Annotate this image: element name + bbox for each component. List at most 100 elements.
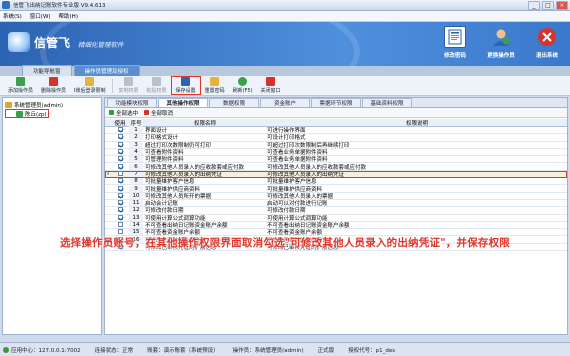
row-no: 14 bbox=[129, 222, 143, 228]
menu-system[interactable]: 系统(S) bbox=[3, 12, 22, 20]
save-icon bbox=[181, 77, 191, 86]
selection-bar: 全部选中 全部取消 bbox=[105, 108, 567, 118]
maximize-button[interactable]: □ bbox=[542, 1, 554, 10]
row-checkbox[interactable] bbox=[117, 141, 123, 147]
row-checkbox-cell[interactable] bbox=[111, 134, 129, 140]
reset-password-button[interactable]: 重置密码 bbox=[201, 76, 229, 95]
header-use: 使用 bbox=[114, 120, 126, 127]
status-license: 授权代号：p1_des bbox=[348, 347, 396, 354]
check-icon bbox=[109, 110, 114, 115]
status-connection: 连接状态：正常 bbox=[94, 347, 134, 354]
row-checkbox-cell[interactable] bbox=[111, 163, 129, 170]
document-tabs: 功能导航窗 操作员管理及授权 bbox=[0, 65, 570, 76]
row-checkbox[interactable] bbox=[117, 134, 123, 140]
tab-basic-data-permission[interactable]: 基础资料权限 bbox=[362, 98, 412, 107]
tab-module-permission[interactable]: 功能模块权限 bbox=[107, 98, 157, 107]
copy-permission-button[interactable]: 复制权限 bbox=[115, 76, 143, 95]
row-checkbox-cell[interactable] bbox=[111, 192, 129, 199]
permission-panel: 功能模块权限 其他操作权限 数据权限 资金账户 票据环节权限 基础资料权限 全部… bbox=[104, 97, 568, 335]
status-operator: 操作员：系统管理员(admin) bbox=[232, 347, 304, 354]
row-checkbox-cell[interactable] bbox=[111, 214, 129, 221]
header-no: 序号 bbox=[129, 118, 143, 127]
menu-help[interactable]: 帮助(H) bbox=[59, 12, 78, 20]
row-checkbox[interactable] bbox=[117, 200, 123, 206]
add-operator-button[interactable]: 添加操作员 bbox=[4, 76, 37, 95]
tree-node-admin-label: 系统管理员(admin) bbox=[14, 102, 64, 109]
permission-grid: 使用 序号 权限名称 权限说明 1 界面设计 可进行操作界面 2 打印格式设计 可设计打印… bbox=[105, 118, 567, 252]
row-no: 4 bbox=[129, 149, 143, 156]
tab-bill-permission[interactable]: 票据环节权限 bbox=[311, 98, 361, 107]
tab-other-permission[interactable]: 其他操作权限 bbox=[158, 98, 208, 107]
row-checkbox[interactable] bbox=[117, 222, 123, 227]
paste-permission-button[interactable]: 粘贴权限 bbox=[143, 76, 171, 95]
deselect-all-button[interactable]: 全部取消 bbox=[144, 109, 173, 117]
row-checkbox-cell[interactable] bbox=[111, 149, 129, 155]
row-checkbox[interactable] bbox=[117, 207, 123, 213]
tree-node-operator[interactable]: 陈丘(zp) bbox=[5, 109, 49, 118]
row-checkbox-cell[interactable] bbox=[111, 185, 129, 192]
minimize-button[interactable]: _ bbox=[528, 1, 540, 10]
status-center: 应用中心：127.0.0.1:7002 bbox=[3, 346, 81, 354]
row-checkbox-cell[interactable] bbox=[111, 156, 129, 162]
row-checkbox[interactable] bbox=[117, 214, 123, 220]
status-bar: 应用中心：127.0.0.1:7002 连接状态：正常 账套：演示账套（系统预设… bbox=[0, 342, 570, 356]
row-checkbox[interactable] bbox=[117, 127, 123, 133]
close-button[interactable]: × bbox=[556, 1, 568, 10]
row-checkbox[interactable] bbox=[117, 163, 123, 169]
row-checkbox-cell[interactable] bbox=[111, 222, 129, 228]
tab-function-nav[interactable]: 功能导航窗 bbox=[22, 65, 72, 76]
menu-window[interactable]: 窗口(W) bbox=[30, 12, 51, 20]
brand-slogan: 精细化管理软件 bbox=[78, 40, 124, 49]
row-no: 13 bbox=[129, 214, 143, 221]
refresh-button[interactable]: 刷新(F5) bbox=[229, 76, 257, 95]
row-checkbox-cell[interactable] bbox=[111, 207, 129, 213]
row-checkbox[interactable] bbox=[117, 192, 123, 198]
operator-tree-panel: 系统管理员(admin) 陈丘(zp) bbox=[2, 97, 102, 335]
user-icon bbox=[490, 26, 512, 48]
delete-icon bbox=[49, 77, 59, 86]
key-icon bbox=[210, 77, 220, 86]
document-icon bbox=[444, 26, 466, 48]
connection-icon bbox=[3, 347, 9, 353]
row-checkbox[interactable] bbox=[117, 229, 123, 235]
row-checkbox-cell[interactable] bbox=[111, 170, 129, 177]
row-checkbox-cell[interactable] bbox=[111, 178, 129, 184]
tab-data-permission[interactable]: 数据权限 bbox=[209, 98, 259, 107]
toolbar-divider bbox=[111, 78, 113, 93]
exit-system-button[interactable]: 退出系统 bbox=[530, 26, 564, 59]
menu-bar: 系统(S) 窗口(W) 帮助(H) bbox=[0, 11, 570, 22]
header-banner: 信管飞 精细化管理软件 修改密码 更换操作员 退出系统 bbox=[0, 22, 570, 66]
row-checkbox-cell[interactable] bbox=[111, 141, 129, 148]
paste-icon bbox=[152, 77, 162, 86]
logo: 信管飞 精细化管理软件 bbox=[8, 32, 124, 52]
delete-operator-button[interactable]: 删除操作员 bbox=[37, 76, 70, 95]
login-restriction-button[interactable]: I账后登录限制 bbox=[70, 76, 109, 95]
row-checkbox[interactable] bbox=[117, 149, 123, 155]
tab-fund-account[interactable]: 资金账户 bbox=[260, 98, 310, 107]
row-no: 3 bbox=[129, 141, 143, 148]
instruction-caption: 选择操作员账号，在其他操作权限界面取消勾选"可修改其他人员录入的出纳凭证"，并保… bbox=[59, 237, 511, 249]
refresh-label: 刷新(F5) bbox=[232, 88, 253, 94]
close-window-button[interactable]: 关闭窗口 bbox=[257, 76, 285, 95]
row-checkbox[interactable] bbox=[117, 178, 123, 184]
row-checkbox[interactable] bbox=[117, 156, 123, 162]
row-checkbox[interactable] bbox=[117, 170, 123, 176]
toolbar: 添加操作员 删除操作员 I账后登录限制 复制权限 粘贴权限 保存设置 重置密码 … bbox=[0, 76, 570, 96]
row-checkbox-cell[interactable] bbox=[111, 200, 129, 206]
paste-permission-label: 粘贴权限 bbox=[146, 88, 167, 94]
app-icon bbox=[2, 1, 10, 9]
row-checkbox[interactable] bbox=[117, 185, 123, 191]
select-all-button[interactable]: 全部选中 bbox=[109, 109, 138, 117]
save-settings-button[interactable]: 保存设置 bbox=[170, 76, 201, 95]
select-all-label: 全部选中 bbox=[116, 110, 139, 117]
switch-operator-button[interactable]: 更换操作员 bbox=[484, 26, 518, 59]
change-password-button[interactable]: 修改密码 bbox=[438, 26, 472, 59]
refresh-icon bbox=[238, 77, 248, 86]
tree-node-admin[interactable]: 系统管理员(admin) bbox=[5, 100, 99, 109]
close-window-icon bbox=[266, 77, 276, 86]
copy-icon bbox=[124, 77, 134, 86]
status-account: 账套：演示账套（系统预设） bbox=[147, 347, 219, 354]
row-checkbox-cell[interactable] bbox=[111, 127, 129, 133]
tab-operator-management[interactable]: 操作员管理及授权 bbox=[73, 65, 140, 76]
lock-icon bbox=[85, 77, 95, 86]
